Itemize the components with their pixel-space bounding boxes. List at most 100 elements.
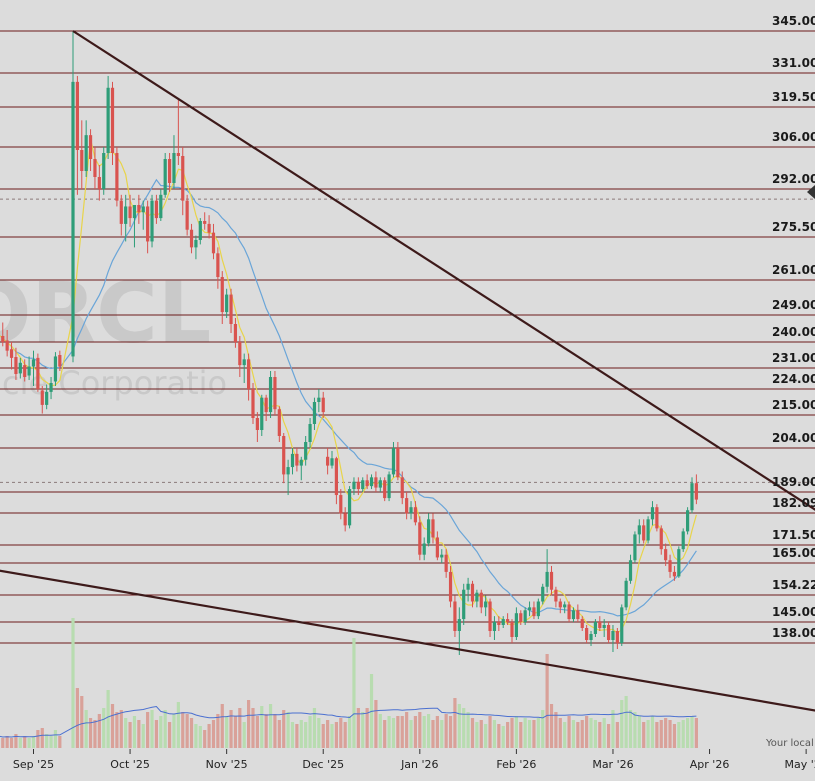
volume-bar xyxy=(418,712,422,748)
volume-bar xyxy=(163,710,167,748)
volume-bar xyxy=(97,714,101,748)
volume-bar xyxy=(106,690,110,748)
timezone-note: Your local t xyxy=(765,738,815,749)
volume-bar xyxy=(45,734,49,748)
candle-body xyxy=(132,205,137,219)
volume-bar xyxy=(343,722,347,748)
candle-body xyxy=(27,366,31,376)
volume-bar xyxy=(352,638,356,748)
volume-bar xyxy=(541,710,545,748)
lower-trendline[interactable] xyxy=(0,569,815,722)
candle-body xyxy=(690,483,694,511)
candle-body xyxy=(506,619,510,622)
price-label: 224.00 xyxy=(772,372,815,386)
candle-body xyxy=(137,205,141,213)
candle-body xyxy=(124,206,128,224)
candle-body xyxy=(444,554,448,572)
volume-bar xyxy=(299,720,303,748)
volume-bar xyxy=(238,708,242,748)
volume-bar xyxy=(80,696,84,748)
volume-bar xyxy=(391,718,396,748)
volume-bar xyxy=(53,730,58,748)
symbol-watermark: ORCL cle Corporatio xyxy=(0,264,227,402)
date-axis-labels: Sep '25 Oct '25 Nov '25 Dec '25 Jan '26 Feb '… xyxy=(13,749,815,771)
volume-bar xyxy=(602,718,606,748)
price-axis-labels: 345.00 331.00 319.50 306.00 292.00 275.50 261.… xyxy=(772,14,815,640)
date-label: Oct '25 xyxy=(110,758,150,771)
candle-body xyxy=(282,436,286,475)
candle-body xyxy=(510,622,514,637)
candle-body xyxy=(655,507,659,529)
volume-bar xyxy=(378,714,382,748)
volume-bar xyxy=(686,718,690,748)
volume-bar xyxy=(225,716,229,748)
candle-body xyxy=(519,613,523,622)
volume-bar xyxy=(668,720,672,748)
volume-bar xyxy=(264,714,268,748)
date-label: Mar '26 xyxy=(592,758,633,771)
volume-bar xyxy=(413,716,418,748)
volume-bar xyxy=(405,712,409,748)
candle-body xyxy=(115,153,119,201)
volume-bar xyxy=(606,724,611,748)
volume-bar xyxy=(110,704,115,748)
candle-body xyxy=(396,448,400,478)
candle-body xyxy=(400,477,404,499)
candle-body xyxy=(418,522,422,555)
price-scale-handle[interactable] xyxy=(807,185,815,199)
volume-bar xyxy=(326,720,330,748)
volume-bar xyxy=(374,700,378,748)
volume-bar xyxy=(589,718,593,748)
candle-body xyxy=(347,489,352,526)
volume-bar xyxy=(273,714,277,748)
volume-bar xyxy=(466,712,470,748)
price-label: 261.00 xyxy=(772,263,815,277)
candle-body xyxy=(238,342,242,366)
candle-body xyxy=(106,87,110,153)
volume-bar xyxy=(23,736,27,748)
candle-body xyxy=(585,628,589,640)
candle-body xyxy=(378,480,382,488)
candle-body xyxy=(229,294,233,324)
volume-bar xyxy=(304,722,308,748)
candle-body xyxy=(163,159,167,195)
volume-bar xyxy=(545,654,549,748)
volume-bars xyxy=(1,618,698,748)
volume-bar xyxy=(611,710,615,748)
candle-body xyxy=(628,560,633,581)
volume-bar xyxy=(216,714,220,748)
candle-body xyxy=(317,397,321,402)
volume-bar xyxy=(431,720,435,748)
candle-body xyxy=(554,589,558,602)
candle-body xyxy=(606,625,611,640)
candle-body xyxy=(198,221,202,240)
candle-body xyxy=(677,549,681,577)
volume-bar xyxy=(549,704,554,748)
candle-body xyxy=(97,177,101,189)
volume-bar xyxy=(563,722,567,748)
candle-body xyxy=(40,390,44,405)
candle-body xyxy=(339,495,343,514)
candle-body xyxy=(497,622,501,625)
volume-bar xyxy=(347,716,352,748)
volume-bar xyxy=(321,724,325,748)
volume-bar xyxy=(514,716,518,748)
candle-body xyxy=(435,537,439,558)
volume-bar xyxy=(523,718,527,748)
volume-bar xyxy=(159,716,163,748)
volume-bar xyxy=(593,720,598,748)
candle-body xyxy=(470,583,475,602)
volume-bar xyxy=(18,738,22,748)
candle-body xyxy=(308,424,312,442)
candle-body xyxy=(664,549,668,561)
candle-body xyxy=(75,81,79,150)
candle-body xyxy=(593,622,598,634)
volume-bar xyxy=(492,720,497,748)
volume-bar xyxy=(527,720,532,748)
stock-chart[interactable]: ORCL cle Corporatio 345.00 331.00 319.50 30… xyxy=(0,0,815,781)
candle-body xyxy=(374,477,378,488)
volume-bar xyxy=(172,714,176,748)
candle-body xyxy=(453,601,457,631)
volume-bar xyxy=(36,730,40,748)
volume-bar xyxy=(251,708,255,748)
